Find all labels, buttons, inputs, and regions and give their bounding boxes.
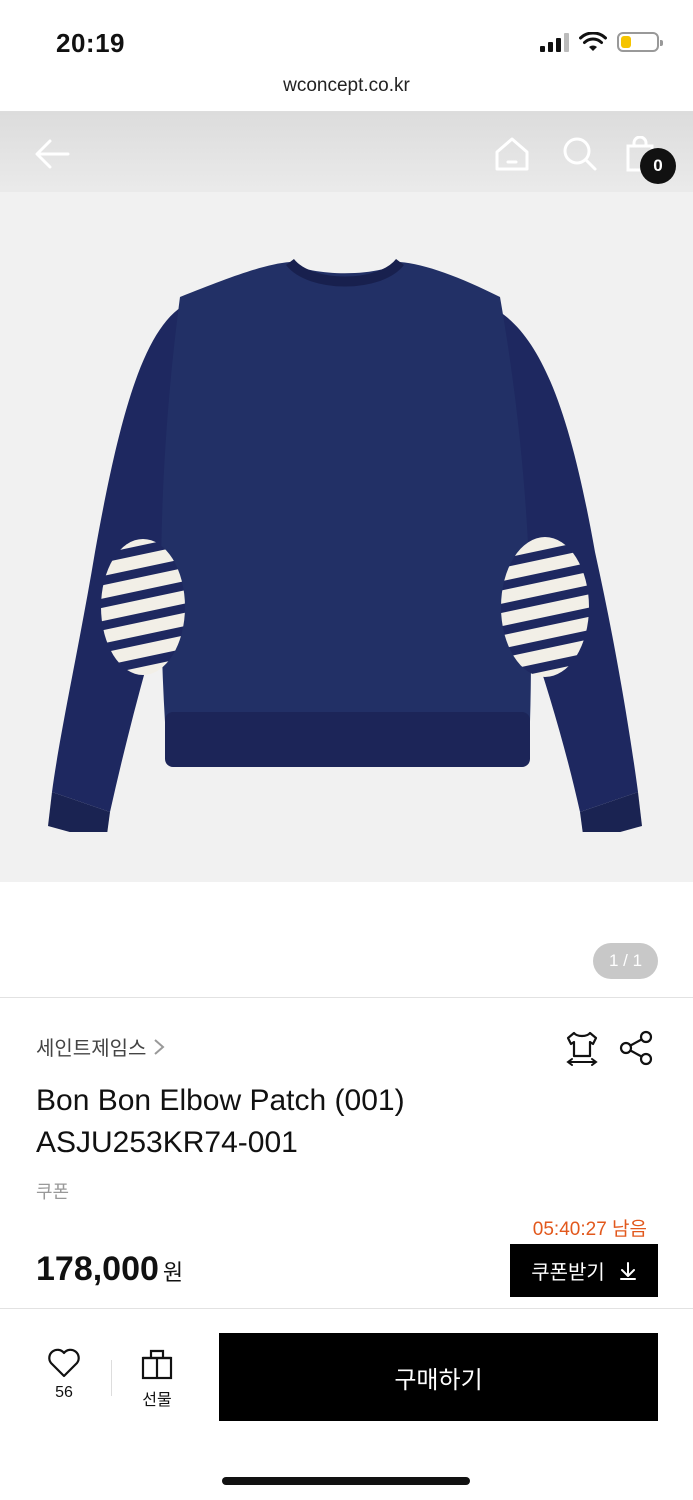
like-button[interactable]: 56 bbox=[34, 1348, 94, 1418]
price-value: 178,000 bbox=[36, 1250, 159, 1288]
divider bbox=[0, 997, 693, 998]
home-icon[interactable] bbox=[492, 134, 532, 174]
gift-icon bbox=[141, 1349, 173, 1380]
chevron-right-icon bbox=[154, 1038, 165, 1055]
status-time: 20:19 bbox=[56, 28, 125, 58]
back-arrow-icon[interactable] bbox=[32, 134, 72, 174]
cart-count-badge: 0 bbox=[640, 148, 676, 184]
buy-button[interactable]: 구매하기 bbox=[219, 1333, 658, 1421]
get-coupon-label: 쿠폰받기 bbox=[531, 1262, 605, 1284]
url-bar[interactable]: wconcept.co.kr bbox=[0, 72, 693, 112]
brand-name: 세인트제임스 bbox=[36, 1038, 147, 1060]
gift-button[interactable]: 선물 bbox=[127, 1348, 187, 1418]
status-bar: 20:19 bbox=[0, 0, 693, 72]
image-pager: 1 / 1 bbox=[593, 943, 658, 979]
divider bbox=[0, 1308, 693, 1309]
home-indicator bbox=[222, 1477, 470, 1485]
product-name: Bon Bon Elbow Patch (001) bbox=[36, 1084, 405, 1117]
brand-link[interactable]: 세인트제임스 bbox=[36, 1032, 166, 1061]
coupon-label: 쿠폰 bbox=[36, 1182, 70, 1202]
price-unit: 원 bbox=[162, 1260, 184, 1285]
status-icons bbox=[540, 32, 663, 52]
gift-label: 선물 bbox=[142, 1392, 172, 1409]
right-elbow-patch bbox=[501, 537, 589, 677]
get-coupon-button[interactable]: 쿠폰받기 bbox=[510, 1244, 658, 1297]
product-image-area: 0 bbox=[0, 112, 693, 882]
search-icon[interactable] bbox=[560, 134, 600, 174]
share-icon[interactable] bbox=[616, 1028, 656, 1068]
divider bbox=[111, 1360, 112, 1396]
price: 178,000 원 bbox=[36, 1250, 183, 1289]
heart-icon bbox=[48, 1348, 80, 1378]
battery-icon bbox=[617, 32, 663, 52]
product-code: ASJU253KR74-001 bbox=[36, 1126, 298, 1159]
left-elbow-patch bbox=[101, 539, 185, 675]
download-icon bbox=[619, 1261, 636, 1280]
product-title: Bon Bon Elbow Patch (001) ASJU253KR74-00… bbox=[36, 1080, 596, 1164]
coupon-timer: 05:40:27 남음 bbox=[532, 1219, 647, 1240]
like-count: 56 bbox=[55, 1384, 73, 1401]
signal-icon bbox=[540, 32, 569, 52]
wifi-icon bbox=[579, 32, 607, 51]
size-guide-icon[interactable] bbox=[562, 1028, 602, 1068]
product-image bbox=[48, 258, 642, 832]
